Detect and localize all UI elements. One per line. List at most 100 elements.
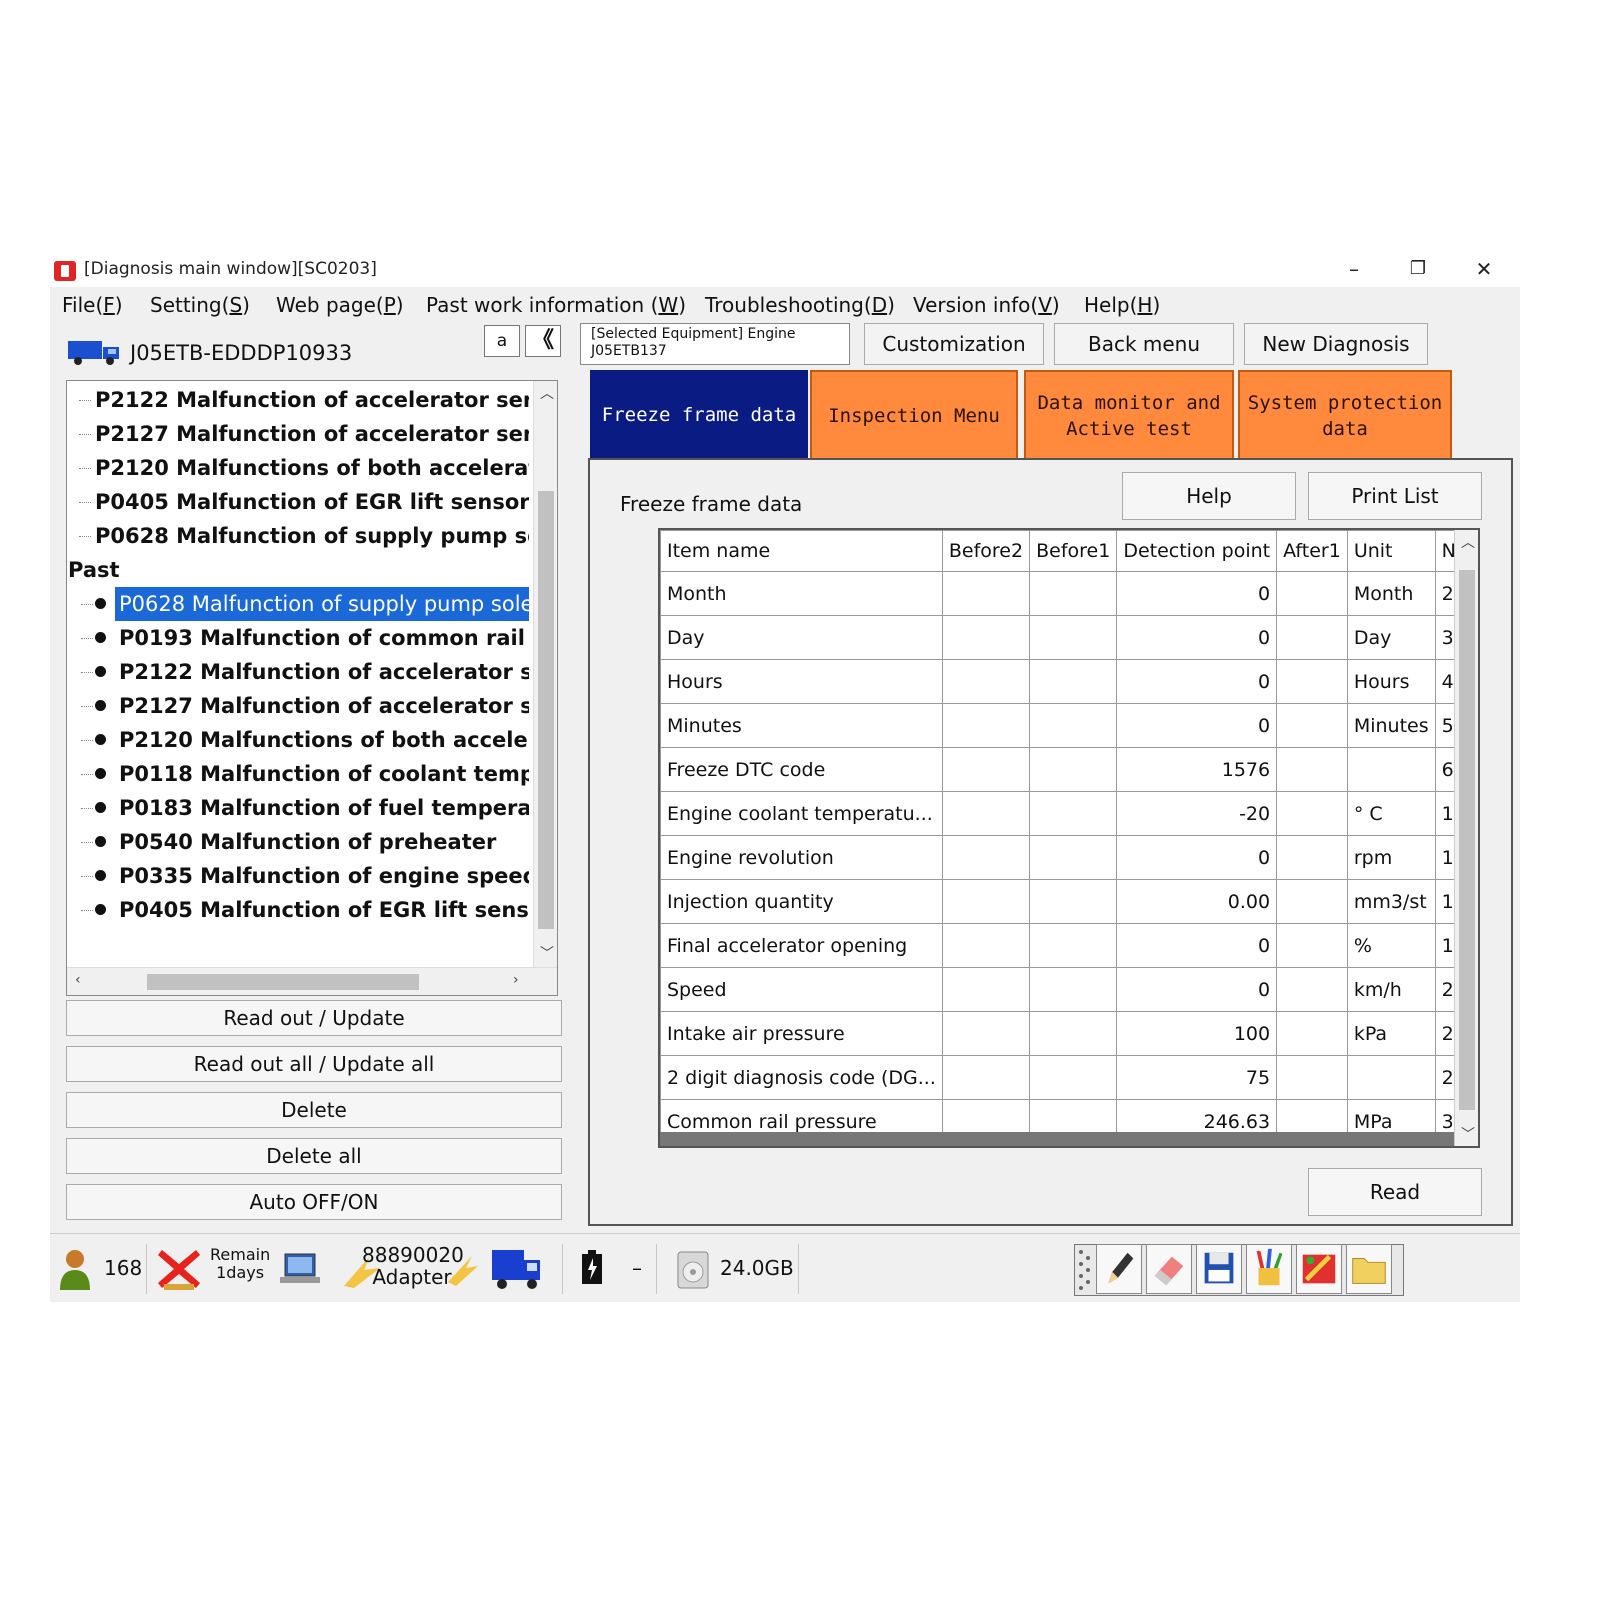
new-diagnosis-button[interactable]: New Diagnosis xyxy=(1244,323,1428,365)
col-detection-point[interactable]: Detection point xyxy=(1116,530,1278,572)
customization-button[interactable]: Customization xyxy=(864,323,1044,365)
tree-vertical-scrollbar[interactable]: ︿ ﹀ xyxy=(533,381,557,967)
data-table: Item name Before2 Before1 Detection poin… xyxy=(660,530,1478,1144)
adapter-info: 88890020 Adapter xyxy=(362,1244,464,1288)
cell-before1 xyxy=(1029,791,1118,836)
read-button[interactable]: Read xyxy=(1308,1168,1482,1216)
cell-item: Freeze DTC code xyxy=(660,747,943,792)
cell-detection: 1576 xyxy=(1116,747,1278,792)
col-before2[interactable]: Before2 xyxy=(941,530,1031,572)
separator xyxy=(798,1244,799,1294)
back-menu-button[interactable]: Back menu xyxy=(1054,323,1234,365)
col-before1[interactable]: Before1 xyxy=(1029,530,1118,572)
tree-item-current[interactable]: P2127 Malfunction of accelerator sensor xyxy=(67,417,529,451)
cell-item: Final accelerator opening xyxy=(660,923,943,968)
tree-item-past[interactable]: P0183 Malfunction of fuel temperature xyxy=(67,791,529,825)
scroll-up-icon[interactable]: ︿ xyxy=(1461,532,1475,552)
eraser-tool-icon[interactable] xyxy=(1146,1244,1192,1294)
menu-past-work-information[interactable]: Past work information (W) xyxy=(426,293,686,317)
cell-before1 xyxy=(1029,571,1118,616)
col-after1[interactable]: After1 xyxy=(1276,530,1348,572)
tree-item-current[interactable]: P0628 Malfunction of supply pump soleno xyxy=(67,519,529,553)
tree-item-past[interactable]: P0193 Malfunction of common rail pres xyxy=(67,621,529,655)
menu-setting[interactable]: Setting(S) xyxy=(150,293,250,317)
scroll-down-icon[interactable]: ﹀ xyxy=(540,943,554,963)
read-out-update-button[interactable]: Read out / Update xyxy=(66,1000,562,1036)
menu-web-page[interactable]: Web page(P) xyxy=(276,293,404,317)
scroll-up-icon[interactable]: ︿ xyxy=(540,383,554,403)
table-row[interactable]: Engine revolution0rpm17 xyxy=(660,835,1478,880)
minimize-button[interactable]: – xyxy=(1324,255,1384,285)
menu-version-info[interactable]: Version info(V) xyxy=(913,293,1060,317)
tree-item-past[interactable]: P2127 Malfunction of accelerator sens xyxy=(67,689,529,723)
delete-button[interactable]: Delete xyxy=(66,1092,562,1128)
pencil-cup-icon[interactable] xyxy=(1246,1244,1292,1294)
tab-data-monitor-active-test[interactable]: Data monitor and Active test xyxy=(1024,370,1234,460)
scroll-thumb[interactable] xyxy=(1459,570,1475,1110)
print-list-button[interactable]: Print List xyxy=(1308,472,1482,520)
help-button[interactable]: Help xyxy=(1122,472,1296,520)
table-row[interactable]: Engine coolant temperatu...-20° C16 xyxy=(660,791,1478,836)
auto-off-on-button[interactable]: Auto OFF/ON xyxy=(66,1184,562,1220)
collapse-panel-button[interactable]: 《 xyxy=(525,325,561,357)
scroll-down-icon[interactable]: ﹀ xyxy=(1461,1124,1475,1144)
folder-icon[interactable] xyxy=(1346,1244,1392,1294)
cell-detection: 0 xyxy=(1116,967,1278,1012)
tree-horizontal-scrollbar[interactable]: ‹ › xyxy=(67,967,557,995)
disk-icon xyxy=(677,1251,709,1289)
table-row[interactable]: Injection quantity0.00mm3/st18 xyxy=(660,879,1478,924)
col-item-name[interactable]: Item name xyxy=(660,530,943,572)
cell-unit: Minutes xyxy=(1346,703,1436,748)
table-row[interactable]: Hours 0 Hours 4 xyxy=(660,659,1478,704)
tree-item-past[interactable]: P0335 Malfunction of engine speed mai xyxy=(67,859,529,893)
title-bar: [Diagnosis main window][SC0203] – ❐ ✕ xyxy=(50,255,1520,287)
table-row[interactable]: 2 digit diagnosis code (DG...75291 xyxy=(660,1055,1478,1100)
table-row[interactable]: Month 0 Month 2 xyxy=(660,571,1478,616)
tree-item-past[interactable]: P2120 Malfunctions of both accelerato xyxy=(67,723,529,757)
menu-file[interactable]: File(F) xyxy=(62,293,123,317)
delete-all-button[interactable]: Delete all xyxy=(66,1138,562,1174)
table-row[interactable]: Freeze DTC code 1576 6 xyxy=(660,747,1478,792)
tab-freeze-frame-data[interactable]: Freeze frame data xyxy=(590,370,808,460)
paint-tool-icon[interactable] xyxy=(1296,1244,1342,1294)
table-row[interactable]: Minutes 0 Minutes 5 xyxy=(660,703,1478,748)
truck-icon xyxy=(68,341,119,365)
cell-before1 xyxy=(1029,1011,1118,1056)
tree-item-past[interactable]: P0405 Malfunction of EGR lift sensor 1 ( xyxy=(67,893,529,927)
a-button[interactable]: a xyxy=(484,325,520,357)
cell-before2 xyxy=(941,615,1031,660)
scroll-thumb[interactable] xyxy=(147,974,419,990)
cell-before2 xyxy=(941,791,1031,836)
menu-help[interactable]: Help(H) xyxy=(1084,293,1160,317)
read-out-all-update-all-button[interactable]: Read out all / Update all xyxy=(66,1046,562,1082)
pen-tool-icon[interactable] xyxy=(1096,1244,1142,1294)
scroll-left-icon[interactable]: ‹ xyxy=(75,972,81,988)
restore-button[interactable]: ❐ xyxy=(1388,255,1448,285)
tree-item-current[interactable]: P0405 Malfunction of EGR lift sensor 1 (… xyxy=(67,485,529,519)
menu-troubleshooting[interactable]: Troubleshooting(D) xyxy=(705,293,895,317)
table-row[interactable]: Speed0km/h20 xyxy=(660,967,1478,1012)
tree-item-past-selected[interactable]: P0628 Malfunction of supply pump solenoi… xyxy=(67,587,529,621)
cell-after1 xyxy=(1276,571,1348,616)
table-row[interactable]: Intake air pressure100kPa290 xyxy=(660,1011,1478,1056)
selected-equipment-box: [Selected Equipment] Engine J05ETB137 xyxy=(580,323,850,365)
tree-item-current[interactable]: P2120 Malfunctions of both accelerator s xyxy=(67,451,529,485)
tree-item-current[interactable]: P2122 Malfunction of accelerator sensor xyxy=(67,383,529,417)
scroll-thumb[interactable] xyxy=(538,491,554,929)
tree-item-past[interactable]: P2122 Malfunction of accelerator sens xyxy=(67,655,529,689)
table-row[interactable]: Day 0 Day 3 xyxy=(660,615,1478,660)
tree-item-past[interactable]: P0540 Malfunction of preheater xyxy=(67,825,529,859)
save-icon[interactable] xyxy=(1196,1244,1242,1294)
tree-group-past[interactable]: Past xyxy=(67,553,529,587)
col-unit[interactable]: Unit xyxy=(1346,530,1436,572)
table-vertical-scrollbar[interactable]: ︿ ﹀ xyxy=(1454,530,1478,1146)
tab-system-protection-data[interactable]: System protection data xyxy=(1238,370,1452,460)
table-row[interactable]: Final accelerator opening0%19 xyxy=(660,923,1478,968)
cell-unit: Hours xyxy=(1346,659,1436,704)
tree-item-past[interactable]: P0118 Malfunction of coolant temperat xyxy=(67,757,529,791)
tab-inspection-menu[interactable]: Inspection Menu xyxy=(810,370,1018,460)
remain-days: 1days xyxy=(216,1263,265,1282)
cell-item: Day xyxy=(660,615,943,660)
close-button[interactable]: ✕ xyxy=(1454,255,1514,285)
scroll-right-icon[interactable]: › xyxy=(513,972,519,988)
